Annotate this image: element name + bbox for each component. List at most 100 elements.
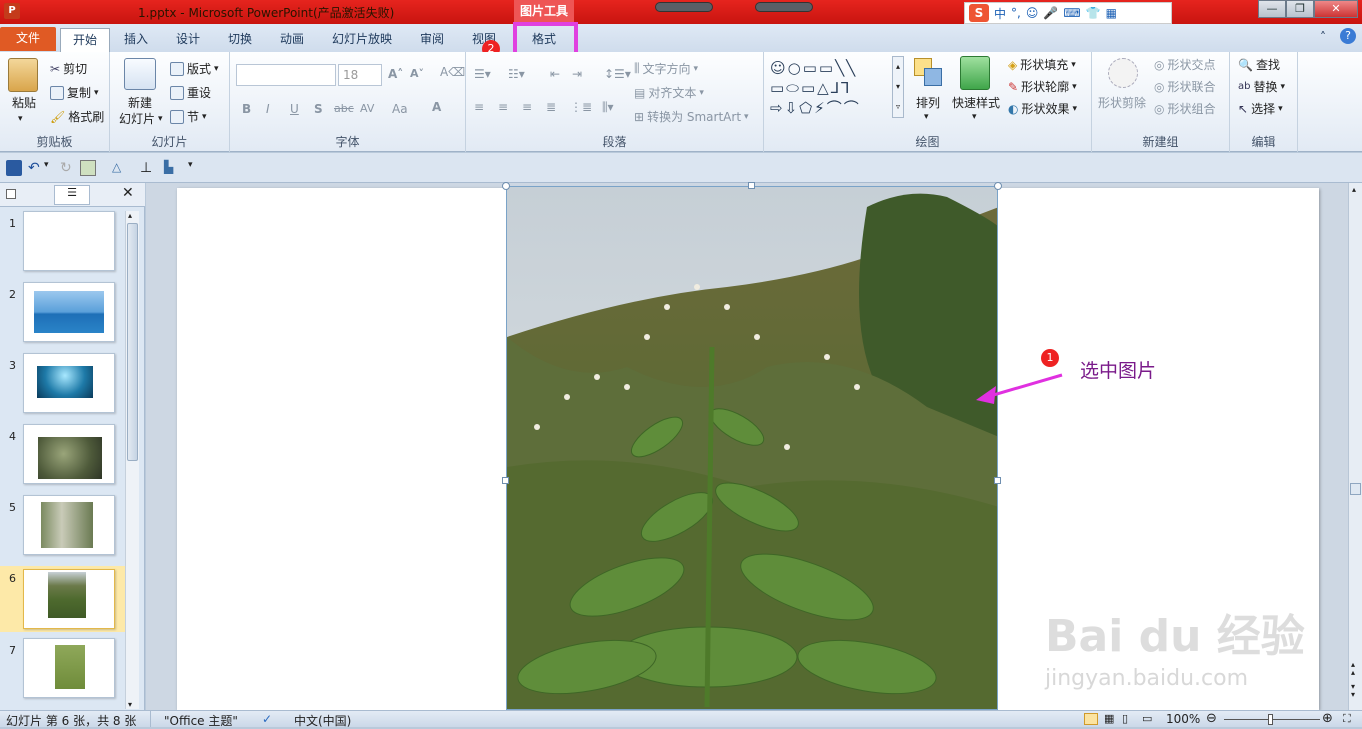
zoom-slider-thumb[interactable]: [1268, 714, 1273, 725]
canvas-scroll-up-icon[interactable]: ▴: [1352, 185, 1356, 194]
resize-handle-right[interactable]: [994, 477, 1001, 484]
change-case-button[interactable]: Aa: [392, 102, 408, 116]
crop-shape-icon[interactable]: [1108, 58, 1138, 88]
tab-transitions[interactable]: 切换: [218, 28, 262, 52]
shapes-icon[interactable]: △: [112, 160, 128, 176]
slide-thumbnail-selected[interactable]: 6: [0, 566, 125, 632]
font-size-input[interactable]: 18: [338, 64, 382, 86]
distributed-icon[interactable]: ⋮≣: [570, 100, 592, 114]
close-pane-icon[interactable]: ✕: [122, 185, 134, 201]
layout-button[interactable]: 版式 ▾: [170, 60, 219, 77]
new-slide-button[interactable]: 新建: [128, 94, 152, 111]
align-right-icon[interactable]: ≡: [522, 100, 532, 114]
slide-thumbnail[interactable]: 1: [0, 211, 125, 275]
cut-button[interactable]: ✂ 剪切: [50, 60, 87, 77]
spell-check-icon[interactable]: ✓: [262, 712, 272, 726]
tab-slideshow[interactable]: 幻灯片放映: [324, 28, 400, 52]
selected-picture[interactable]: [506, 186, 998, 710]
zoom-out-icon[interactable]: ⊖: [1206, 711, 1217, 726]
union-button[interactable]: ◎ 形状联合: [1154, 78, 1216, 95]
find-button[interactable]: 🔍 查找: [1238, 56, 1280, 73]
powerpoint-app-icon[interactable]: P: [4, 3, 20, 19]
underline-button[interactable]: U: [290, 102, 299, 116]
resize-handle-top-right[interactable]: [994, 182, 1002, 190]
align-text-button[interactable]: ▤ 对齐文本 ▾: [634, 84, 704, 101]
shape-outline-button[interactable]: ✎ 形状轮廓 ▾: [1008, 78, 1077, 95]
font-name-input[interactable]: [236, 64, 336, 86]
arrange-button[interactable]: 排列: [916, 94, 940, 111]
arrange-dropdown-icon[interactable]: ▾: [924, 112, 929, 122]
increase-indent-icon[interactable]: ⇥: [572, 67, 582, 81]
fit-to-window-icon[interactable]: ⛶: [1343, 712, 1351, 726]
redo-icon[interactable]: ↻: [60, 160, 76, 176]
quick-styles-icon[interactable]: [960, 56, 990, 90]
clear-formatting-icon[interactable]: A⌫: [440, 65, 465, 79]
shape-effects-button[interactable]: ◐ 形状效果 ▾: [1008, 100, 1077, 117]
slide-sorter-icon[interactable]: ▦: [1104, 712, 1114, 725]
align-center-icon[interactable]: ≡: [498, 100, 508, 114]
thumbnail-scroll-thumb[interactable]: [127, 223, 138, 461]
prev-slide-icon[interactable]: ▴ ▴: [1351, 661, 1355, 677]
italic-button[interactable]: I: [266, 102, 270, 116]
format-painter-button[interactable]: 🖌 格式刷: [50, 108, 104, 125]
thumbnail-scrollbar[interactable]: ▴ ▾: [125, 211, 139, 709]
tab-insert[interactable]: 插入: [114, 28, 158, 52]
decrease-indent-icon[interactable]: ⇤: [550, 67, 560, 81]
help-icon[interactable]: ?: [1340, 28, 1356, 44]
resize-handle-left[interactable]: [502, 477, 509, 484]
quick-styles-dropdown-icon[interactable]: ▾: [972, 112, 977, 122]
ribbon-collapse-icon[interactable]: ˄: [1320, 30, 1334, 44]
grow-font-icon[interactable]: A˄: [388, 67, 403, 81]
undo-dropdown-icon[interactable]: ▾: [44, 160, 60, 176]
tab-animations[interactable]: 动画: [270, 28, 314, 52]
line-spacing-icon[interactable]: ↕☰▾: [604, 67, 631, 81]
tab-design[interactable]: 设计: [166, 28, 210, 52]
zoom-in-icon[interactable]: ⊕: [1322, 711, 1333, 726]
shapes-gallery[interactable]: ☺○▭▭╲╲ ▭⬭▭△⅃⅂ ⇨⇩⬠⚡⌒⌒: [770, 58, 906, 120]
close-icon[interactable]: ✕: [1314, 0, 1358, 18]
tab-review[interactable]: 审阅: [410, 28, 454, 52]
ime-punctuation-icon[interactable]: °,: [1011, 6, 1021, 20]
paste-icon[interactable]: [8, 58, 38, 92]
save-icon[interactable]: [6, 160, 22, 176]
language-status[interactable]: 中文(中国): [294, 712, 351, 729]
slide-thumbnail[interactable]: 4: [0, 424, 125, 488]
text-direction-button[interactable]: ⫼ 文字方向 ▾: [634, 60, 698, 77]
crop-icon[interactable]: ⊥: [140, 160, 156, 176]
customize-qat-icon[interactable]: ▾: [188, 160, 204, 176]
ime-skin-icon[interactable]: 👕: [1086, 6, 1101, 20]
slide-thumbnail[interactable]: 7: [0, 638, 125, 702]
select-button[interactable]: ↖ 选择 ▾: [1238, 100, 1283, 117]
slide-thumbnail[interactable]: 3: [0, 353, 125, 417]
restore-icon[interactable]: ❐: [1286, 0, 1314, 18]
justify-icon[interactable]: ≣: [546, 100, 556, 114]
strikethrough-button[interactable]: abc: [334, 102, 354, 115]
quick-styles-button[interactable]: 快速样式: [952, 94, 1000, 111]
ime-chinese-mode[interactable]: 中: [994, 5, 1006, 22]
undo-icon[interactable]: ↶: [28, 160, 44, 176]
align-icon[interactable]: ▙: [164, 160, 180, 176]
slide-thumbnail[interactable]: 2: [0, 282, 125, 346]
paste-button[interactable]: 粘贴: [12, 94, 36, 111]
new-slide-dropdown[interactable]: 幻灯片 ▾: [119, 110, 163, 127]
shapes-gallery-scroll[interactable]: ▴ ▾ ▿: [892, 56, 904, 118]
scroll-up-icon[interactable]: ▴: [128, 211, 132, 220]
insert-picture-icon[interactable]: [80, 160, 96, 176]
ime-keyboard-icon[interactable]: ⌨: [1063, 6, 1080, 20]
outline-tab-icon[interactable]: ☰: [54, 185, 90, 205]
paste-dropdown-icon[interactable]: ▾: [18, 114, 23, 124]
ime-voice-icon[interactable]: 🎤: [1043, 6, 1058, 20]
ime-toolbar[interactable]: S 中 °, ☺ 🎤 ⌨ 👕 ▦: [964, 2, 1172, 24]
bullets-icon[interactable]: ☰▾: [474, 67, 491, 81]
bold-button[interactable]: B: [242, 102, 251, 116]
tab-home[interactable]: 开始: [60, 28, 110, 52]
section-button[interactable]: 节 ▾: [170, 108, 207, 125]
arrange-icon[interactable]: [914, 58, 944, 88]
shadow-button[interactable]: S: [314, 102, 323, 116]
canvas-scrollbar[interactable]: ▴ ▴ ▴ ▾ ▾: [1348, 183, 1362, 710]
resize-handle-top[interactable]: [748, 182, 755, 189]
reset-button[interactable]: 重设: [170, 84, 211, 101]
ime-menu-icon[interactable]: ▦: [1106, 6, 1117, 20]
replace-button[interactable]: ab 替换 ▾: [1238, 78, 1285, 95]
new-slide-icon[interactable]: [124, 58, 156, 90]
